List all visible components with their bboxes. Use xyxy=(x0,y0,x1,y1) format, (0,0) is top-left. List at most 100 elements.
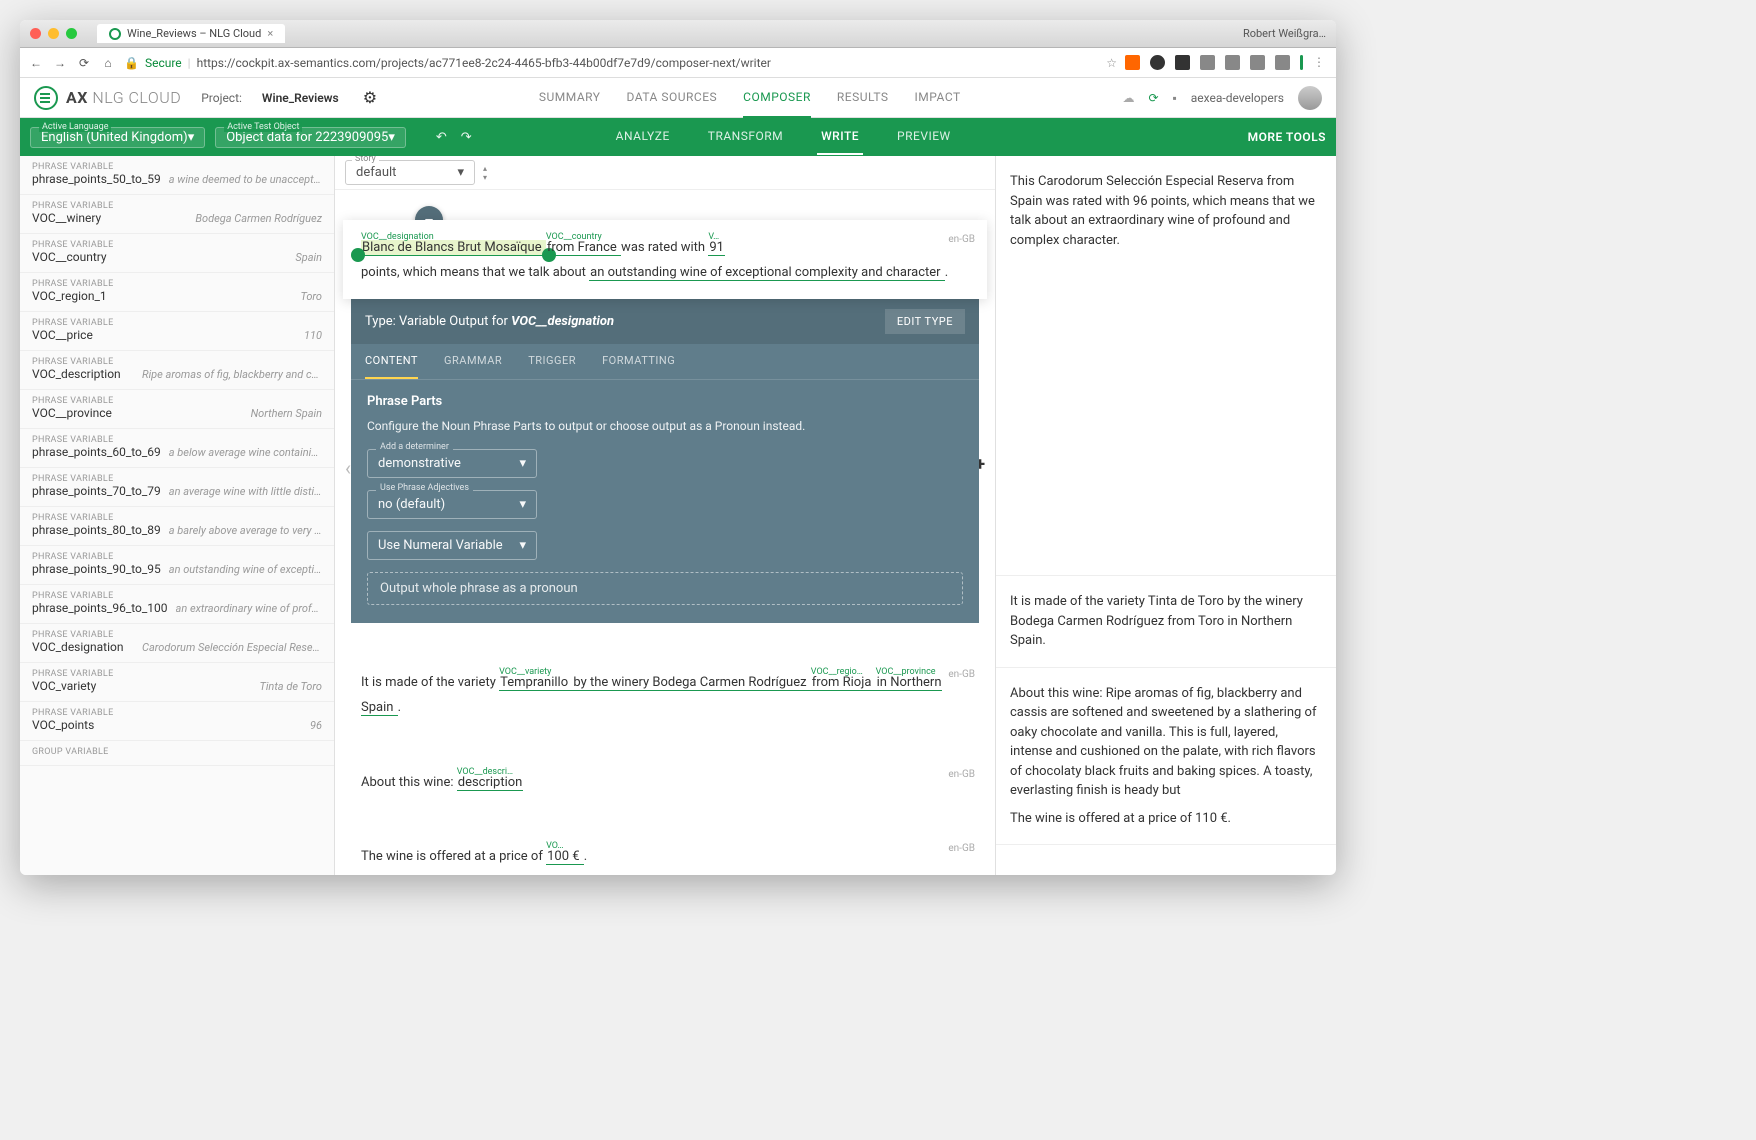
nav-data-sources[interactable]: DATA SOURCES xyxy=(627,78,718,118)
token-country[interactable]: VOC__country from France xyxy=(546,240,621,256)
extension-icon[interactable] xyxy=(1275,55,1290,70)
more-tools-button[interactable]: MORE TOOLS xyxy=(1248,130,1326,144)
logo[interactable]: AX NLG CLOUD xyxy=(34,86,181,110)
variable-item[interactable]: PHRASE VARIABLE phrase_points_70_to_79 a… xyxy=(20,468,334,507)
nav-summary[interactable]: SUMMARY xyxy=(539,78,601,118)
extension-icon[interactable] xyxy=(1200,55,1215,70)
extension-icon[interactable] xyxy=(1125,55,1140,70)
nav-results[interactable]: RESULTS xyxy=(837,78,889,118)
variable-item[interactable]: PHRASE VARIABLE phrase_points_60_to_69 a… xyxy=(20,429,334,468)
variable-item[interactable]: PHRASE VARIABLE VOC_description Ripe aro… xyxy=(20,351,334,390)
variable-item[interactable]: PHRASE VARIABLE VOC_region_1 Toro xyxy=(20,273,334,312)
extension-icon[interactable] xyxy=(1150,55,1165,70)
editor-tab-content[interactable]: CONTENT xyxy=(365,344,418,379)
variable-item[interactable]: PHRASE VARIABLE VOC__winery Bodega Carme… xyxy=(20,195,334,234)
chevron-down-icon: ▾ xyxy=(519,456,526,471)
back-icon[interactable]: ← xyxy=(28,55,44,71)
extension-icon[interactable] xyxy=(1225,55,1240,70)
preview-text: About this wine: Ripe aromas of fig, bla… xyxy=(996,668,1336,805)
editor-tabs: CONTENT GRAMMAR TRIGGER FORMATTING xyxy=(351,344,979,380)
close-tab-icon[interactable]: × xyxy=(267,27,273,40)
subnav-preview[interactable]: PREVIEW xyxy=(893,119,955,155)
editor-tab-grammar[interactable]: GRAMMAR xyxy=(444,344,502,379)
subnav-transform[interactable]: TRANSFORM xyxy=(704,119,787,155)
story-stepper[interactable]: ▴▾ xyxy=(483,164,487,182)
redo-icon[interactable]: ↷ xyxy=(461,130,472,145)
project-name: Wine_Reviews xyxy=(262,91,339,105)
writer-canvas: Story default ▾ ▴▾ ‹ › + − en-GB VOC__de… xyxy=(335,156,996,875)
variable-item[interactable]: PHRASE VARIABLE VOC__country Spain xyxy=(20,234,334,273)
variable-item[interactable]: PHRASE VARIABLE phrase_points_90_to_95 a… xyxy=(20,546,334,585)
chevron-down-icon: ▾ xyxy=(188,130,195,145)
token-variety[interactable]: VOC__variety Tempranillo xyxy=(499,675,572,691)
forward-icon[interactable]: → xyxy=(52,55,68,71)
test-object-select[interactable]: Active Test Object Object data for 22239… xyxy=(215,127,406,148)
subnav-write[interactable]: WRITE xyxy=(817,119,863,155)
cloud-icon[interactable]: ☁ xyxy=(1122,91,1134,105)
pronoun-drop[interactable]: Output whole phrase as a pronoun xyxy=(367,572,963,605)
determiner-select[interactable]: Add a determiner demonstrative▾ xyxy=(367,449,537,478)
extension-icon[interactable] xyxy=(1300,55,1303,70)
token-designation[interactable]: VOC__designation Blanc de Blancs Brut Mo… xyxy=(361,240,546,256)
address-bar[interactable]: 🔒 Secure | https://cockpit.ax-semantics.… xyxy=(124,56,1098,70)
star-icon[interactable]: ☆ xyxy=(1106,56,1117,70)
top-nav: SUMMARY DATA SOURCES COMPOSER RESULTS IMPACT xyxy=(539,78,961,118)
chrome-profile[interactable]: Robert Weißgra… xyxy=(1243,27,1326,40)
variable-editor: Type: Variable Output for VOC__designati… xyxy=(351,299,979,623)
variable-item[interactable]: PHRASE VARIABLE phrase_points_96_to_100 … xyxy=(20,585,334,624)
variable-item[interactable]: PHRASE VARIABLE phrase_points_50_to_59 a… xyxy=(20,156,334,195)
variable-item[interactable]: PHRASE VARIABLE phrase_points_80_to_89 a… xyxy=(20,507,334,546)
extension-icon[interactable] xyxy=(1250,55,1265,70)
sync-icon[interactable]: ⟳ xyxy=(1148,91,1158,105)
variable-item[interactable]: PHRASE VARIABLE VOC__province Northern S… xyxy=(20,390,334,429)
token-price[interactable]: VO… 100 € xyxy=(546,849,584,865)
gear-icon[interactable]: ⚙ xyxy=(363,88,377,107)
app-header: AX NLG CLOUD Project: Wine_Reviews ⚙ SUM… xyxy=(20,78,1336,118)
variable-item[interactable]: GROUP VARIABLE xyxy=(20,741,334,766)
menu-icon[interactable]: ⋮ xyxy=(1313,55,1328,70)
language-select[interactable]: Active Language English (United Kingdom)… xyxy=(30,127,205,148)
token-winery[interactable]: by the winery Bodega Carmen Rodríguez xyxy=(572,675,810,691)
reload-icon[interactable]: ⟳ xyxy=(76,55,92,71)
numeral-select[interactable]: Use Numeral Variable▾ xyxy=(367,531,537,560)
sentence-card[interactable]: en-GB It is made of the variety VOC__var… xyxy=(343,655,987,734)
lang-tag: en-GB xyxy=(948,665,975,684)
browser-tab[interactable]: Wine_Reviews – NLG Cloud × xyxy=(97,24,285,43)
selection-handle-icon[interactable] xyxy=(351,248,365,262)
section-title: Phrase Parts xyxy=(367,394,963,409)
token-phrase[interactable]: an outstanding wine of exceptional compl… xyxy=(589,265,945,281)
adjectives-select[interactable]: Use Phrase Adjectives no (default)▾ xyxy=(367,490,537,519)
editor-tab-formatting[interactable]: FORMATTING xyxy=(602,344,675,379)
variable-item[interactable]: PHRASE VARIABLE VOC_variety Tinta de Tor… xyxy=(20,663,334,702)
extensions: ⋮ xyxy=(1125,55,1328,70)
project-label: Project: xyxy=(201,91,242,105)
edit-type-button[interactable]: EDIT TYPE xyxy=(885,309,965,334)
token-region[interactable]: VOC__regio… from Rioja xyxy=(811,675,876,691)
variable-item[interactable]: PHRASE VARIABLE VOC_designation Carodoru… xyxy=(20,624,334,663)
sentence-card[interactable]: en-GB About this wine: VOC__descri… desc… xyxy=(343,755,987,810)
home-icon[interactable]: ⌂ xyxy=(100,55,116,71)
maximize-icon[interactable] xyxy=(66,28,77,39)
chevron-down-icon: ▾ xyxy=(519,497,526,512)
chevron-down-icon: ▾ xyxy=(388,130,395,145)
nav-impact[interactable]: IMPACT xyxy=(915,78,961,118)
avatar[interactable] xyxy=(1298,86,1322,110)
subnav-analyze[interactable]: ANALYZE xyxy=(612,119,674,155)
minimize-icon[interactable] xyxy=(48,28,59,39)
extension-icon[interactable] xyxy=(1175,55,1190,70)
token-description[interactable]: VOC__descri… description xyxy=(457,775,524,791)
sentence-card[interactable]: − en-GB VOC__designation Blanc de Blancs… xyxy=(343,220,987,635)
nav-composer[interactable]: COMPOSER xyxy=(743,78,811,118)
close-icon[interactable] xyxy=(30,28,41,39)
team-name[interactable]: aexea-developers xyxy=(1191,91,1284,105)
editor-tab-trigger[interactable]: TRIGGER xyxy=(528,344,576,379)
story-select[interactable]: Story default ▾ xyxy=(345,160,475,185)
undo-icon[interactable]: ↶ xyxy=(436,130,447,145)
variable-item[interactable]: PHRASE VARIABLE VOC__price 110 xyxy=(20,312,334,351)
context-bar: Active Language English (United Kingdom)… xyxy=(20,118,1336,156)
variable-item[interactable]: PHRASE VARIABLE VOC_points 96 xyxy=(20,702,334,741)
tag-icon[interactable]: ▪ xyxy=(1173,91,1177,105)
token-points[interactable]: V… 91 xyxy=(708,240,725,256)
sentence-card[interactable]: en-GB The wine is offered at a price of … xyxy=(343,829,987,875)
tab-title: Wine_Reviews – NLG Cloud xyxy=(127,27,261,40)
